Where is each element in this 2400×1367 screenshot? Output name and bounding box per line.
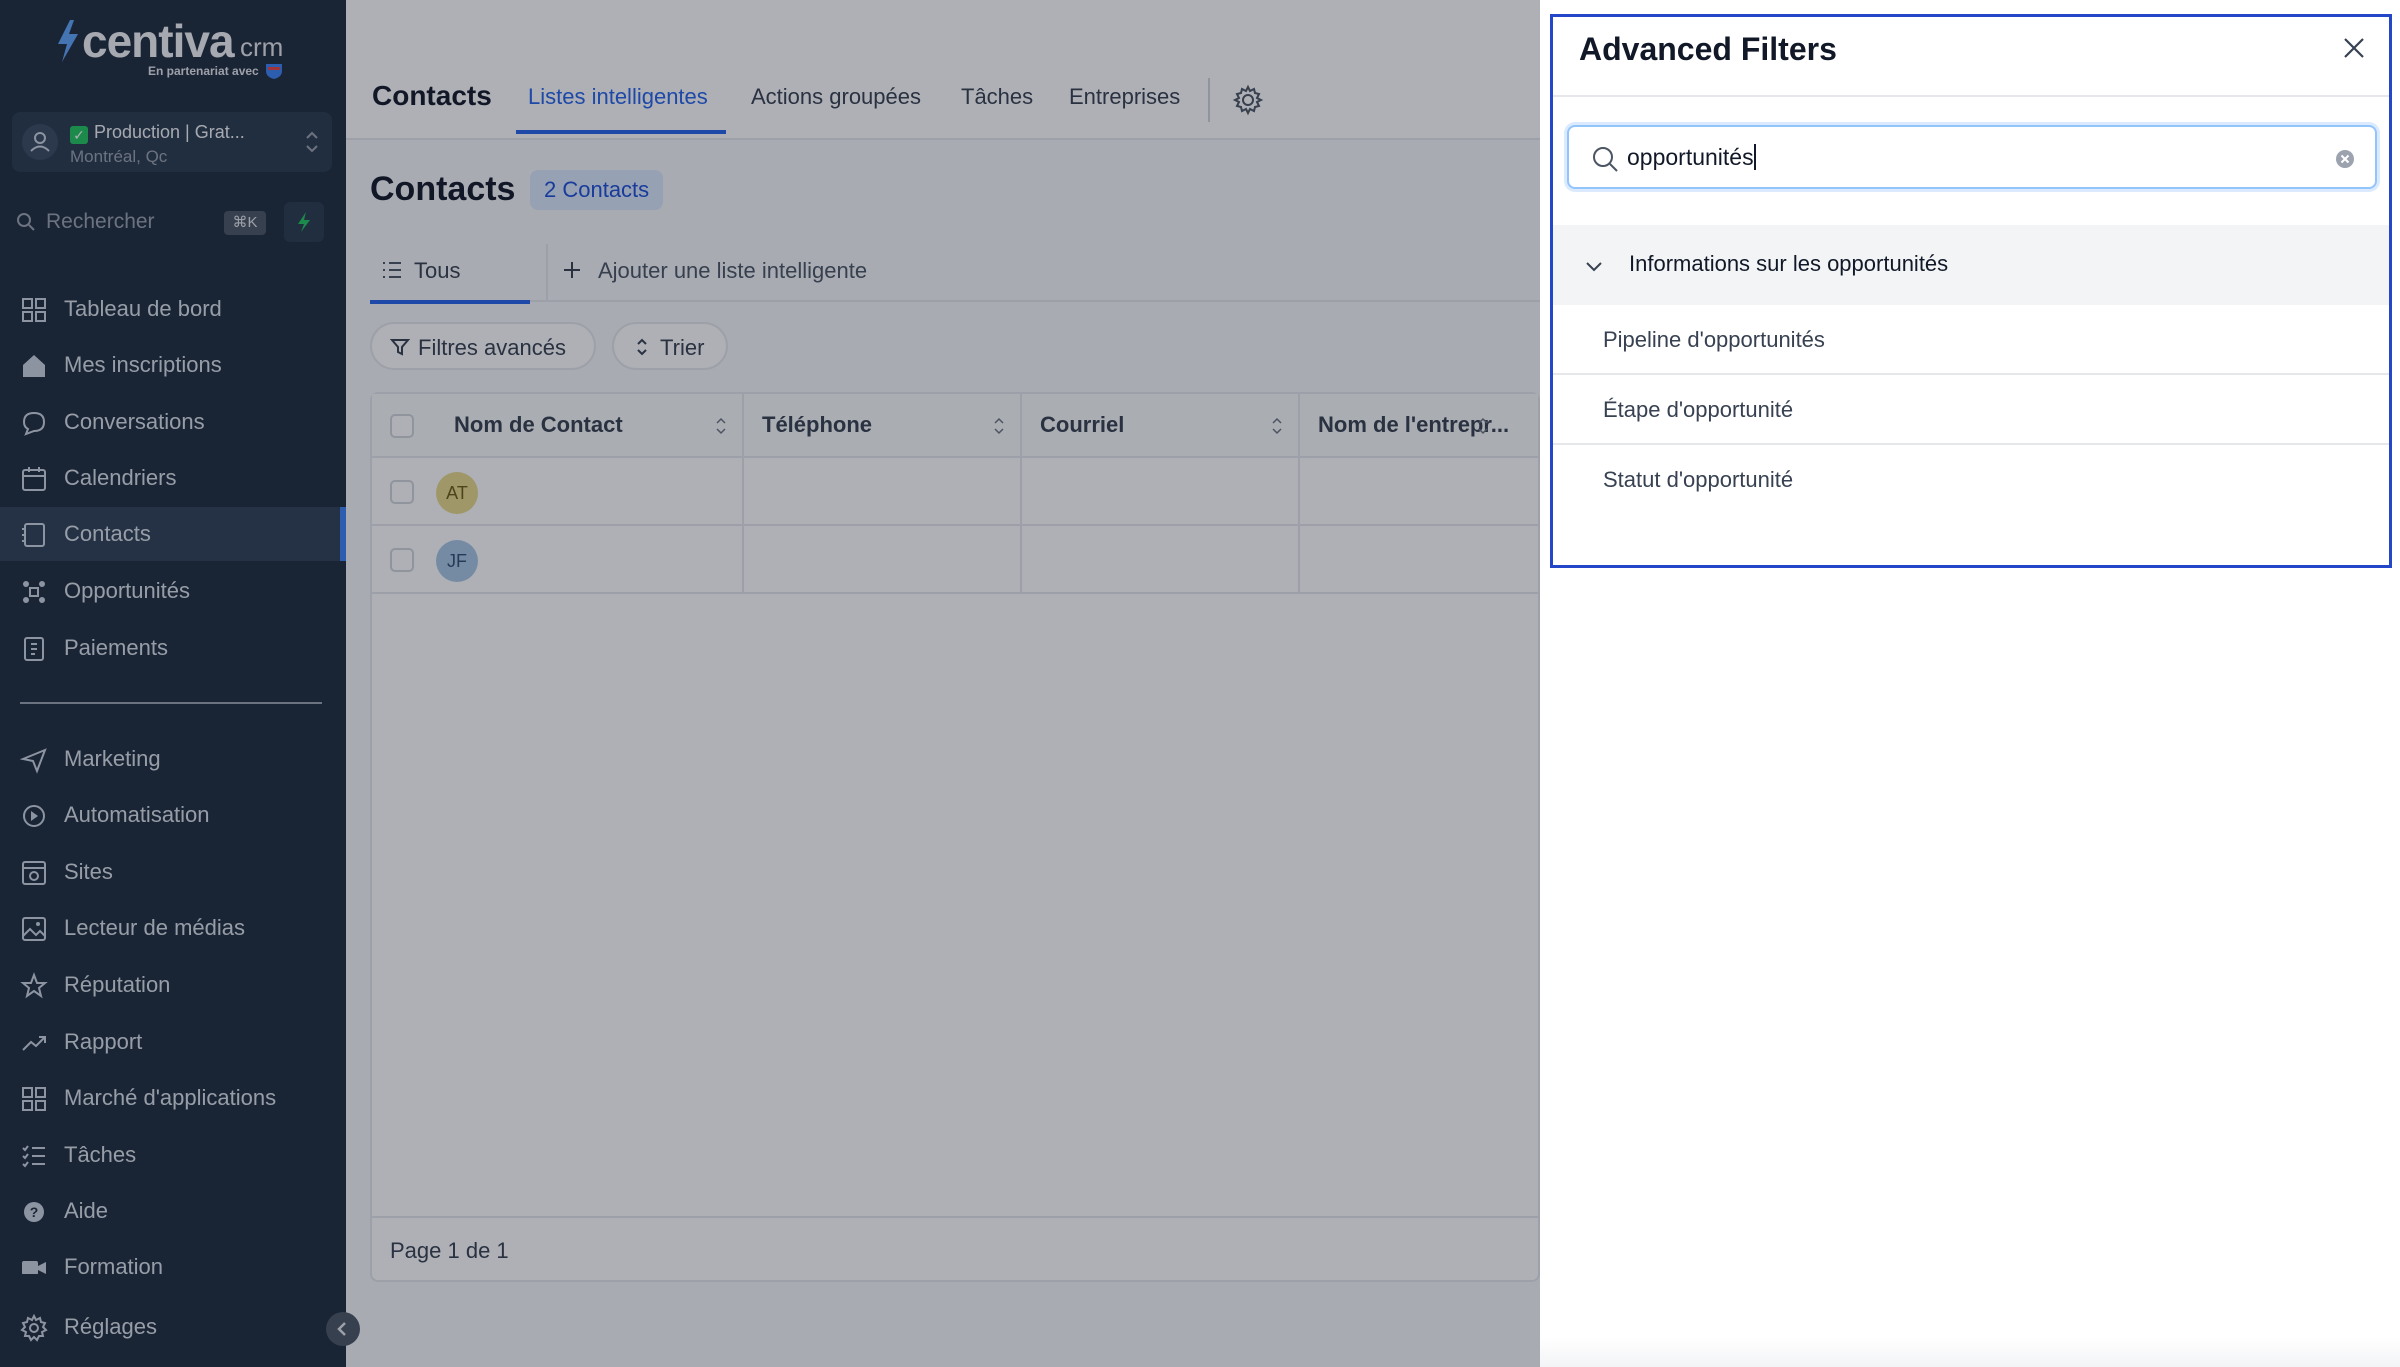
filter-search-value: opportunités [1627, 144, 1756, 171]
drawer-header: Advanced Filters [1553, 17, 2389, 97]
filter-option-label: Pipeline d'opportunités [1603, 327, 1825, 352]
drawer-footer-fade [1540, 1337, 2400, 1367]
advanced-filters-drawer: Advanced Filters opportunités Informatio… [1540, 0, 2400, 1367]
filter-option-status[interactable]: Statut d'opportunité [1553, 445, 2389, 515]
filters-panel: Advanced Filters opportunités Informatio… [1550, 14, 2392, 568]
filter-option-stage[interactable]: Étape d'opportunité [1553, 375, 2389, 445]
filter-option-label: Statut d'opportunité [1603, 467, 1794, 492]
text-caret [1753, 144, 1756, 170]
filter-option-pipeline[interactable]: Pipeline d'opportunités [1553, 305, 2389, 375]
drawer-title: Advanced Filters [1579, 31, 1837, 67]
chevron-down-icon [1586, 262, 1602, 272]
search-icon [1593, 147, 1618, 172]
filter-group-label: Informations sur les opportunités [1629, 251, 1949, 276]
close-icon[interactable] [2339, 33, 2369, 63]
filter-option-label: Étape d'opportunité [1603, 397, 1794, 422]
clear-icon[interactable] [2335, 149, 2355, 169]
filter-group-opportunities[interactable]: Informations sur les opportunités [1553, 225, 2389, 305]
filter-search-input[interactable]: opportunités [1567, 125, 2377, 189]
modal-backdrop[interactable] [0, 0, 1540, 1367]
search-text: opportunités [1627, 144, 1754, 170]
